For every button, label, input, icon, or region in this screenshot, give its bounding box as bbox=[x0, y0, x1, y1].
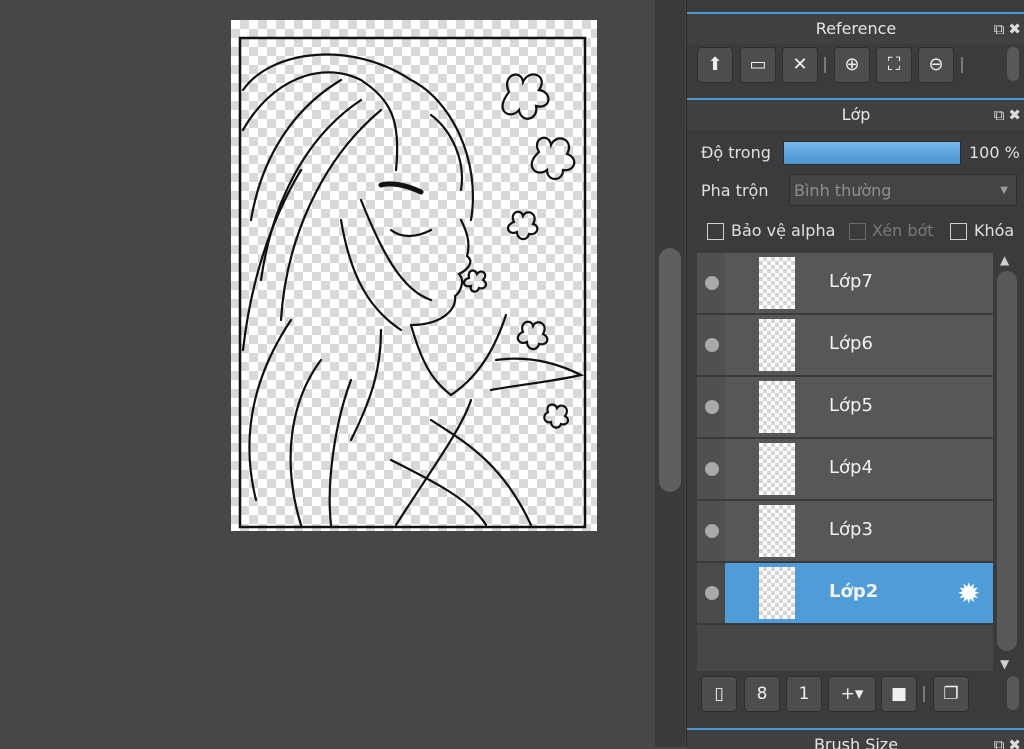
layer-scroll-thumb[interactable] bbox=[997, 271, 1017, 651]
visibility-toggle-icon[interactable] bbox=[705, 338, 719, 352]
canvas-scroll-thumb[interactable] bbox=[659, 248, 681, 492]
lock-checkbox[interactable] bbox=[950, 223, 967, 240]
new-layer-icon: ▯ bbox=[714, 684, 724, 704]
reference-fit-button[interactable]: ⛶ bbox=[876, 47, 912, 83]
layer-row[interactable]: Lớp7 bbox=[697, 253, 993, 315]
layer-name: Lớp3 bbox=[829, 519, 873, 540]
opacity-slider[interactable] bbox=[783, 141, 961, 165]
gear-icon[interactable]: ✹ bbox=[957, 577, 980, 610]
layer-list-scrollbar[interactable]: ▲ ▼ bbox=[995, 253, 1019, 671]
layer-row[interactable]: Lớp6 bbox=[697, 315, 993, 377]
canvas-vertical-scrollbar[interactable] bbox=[655, 0, 685, 747]
layer-toolbar-scrollbar[interactable] bbox=[1007, 676, 1019, 710]
reference-zoom-out-button[interactable]: ⊖ bbox=[918, 47, 954, 83]
layer-row-selected[interactable]: Lớp2 ✹ bbox=[697, 563, 993, 625]
reference-open-button[interactable]: ▭ bbox=[740, 47, 776, 83]
canvas-area[interactable] bbox=[0, 0, 655, 747]
layer-row[interactable]: Lớp4 bbox=[697, 439, 993, 501]
brush-size-panel-header: Brush Size ⧉ ✖ bbox=[687, 728, 1024, 749]
layer-name: Lớp6 bbox=[829, 333, 873, 354]
popout-icon[interactable]: ⧉ bbox=[994, 106, 1005, 124]
opacity-label: Độ trong bbox=[701, 143, 771, 162]
layer-thumbnail bbox=[759, 567, 795, 619]
duplicate-layer-icon: ❐ bbox=[943, 684, 959, 704]
new-layer-button[interactable]: ▯ bbox=[701, 676, 737, 712]
right-panel: Reference ⧉ ✖ ⬆ ▭ ✕ ⊕ ⛶ ⊖ Lớp ⧉ ✖ Độ trong… bbox=[686, 0, 1024, 749]
protect-alpha-label: Bảo vệ alpha bbox=[731, 221, 836, 240]
reference-close-button[interactable]: ✕ bbox=[782, 47, 818, 83]
close-panel-icon[interactable]: ✖ bbox=[1008, 106, 1021, 124]
add-layer-menu-icon: +▾ bbox=[840, 684, 864, 704]
clipping-checkbox[interactable] bbox=[849, 223, 866, 240]
add-layer-menu-button[interactable]: +▾ bbox=[828, 676, 876, 712]
layer-thumbnail bbox=[759, 319, 795, 371]
layer-name: Lớp2 bbox=[829, 581, 879, 602]
reference-toolbar-scrollbar[interactable] bbox=[1007, 47, 1019, 81]
blend-mode-label: Pha trộn bbox=[701, 181, 769, 200]
close-panel-icon[interactable]: ✖ bbox=[1008, 20, 1021, 38]
close-icon: ✕ bbox=[792, 54, 808, 75]
zoom-out-icon: ⊖ bbox=[928, 54, 944, 75]
layer-thumbnail bbox=[759, 505, 795, 557]
cloud-upload-icon: ⬆ bbox=[707, 54, 723, 75]
brush-size-panel-title: Brush Size bbox=[813, 735, 899, 749]
popout-icon[interactable]: ⧉ bbox=[994, 20, 1005, 38]
opacity-value: 100 % bbox=[969, 143, 1020, 162]
line-art-drawing bbox=[238, 36, 587, 529]
folder-icon: ■ bbox=[890, 684, 908, 704]
lock-label: Khóa bbox=[974, 221, 1015, 240]
layer-name: Lớp4 bbox=[829, 457, 873, 478]
layer-row[interactable]: Lớp3 bbox=[697, 501, 993, 563]
new-8bit-layer-button[interactable]: 8 bbox=[744, 676, 780, 712]
blend-mode-select[interactable]: Bình thường ▼ bbox=[789, 174, 1017, 206]
layer-row[interactable]: Lớp5 bbox=[697, 377, 993, 439]
toolbar-separator bbox=[923, 686, 925, 702]
fit-screen-icon: ⛶ bbox=[887, 54, 901, 75]
reference-panel-header: Reference ⧉ ✖ bbox=[687, 12, 1024, 44]
layer-list: Lớp7 Lớp6 Lớp5 Lớp4 Lớp3 Lớp2 ✹ bbox=[697, 253, 993, 671]
new-8bit-layer-icon: 8 bbox=[756, 684, 768, 704]
layer-name: Lớp5 bbox=[829, 395, 873, 416]
layer-thumbnail bbox=[759, 381, 795, 433]
duplicate-layer-button[interactable]: ❐ bbox=[933, 676, 969, 712]
layer-panel-header: Lớp ⧉ ✖ bbox=[687, 98, 1024, 130]
visibility-toggle-icon[interactable] bbox=[705, 400, 719, 414]
reference-zoom-in-button[interactable]: ⊕ bbox=[834, 47, 870, 83]
popout-icon[interactable]: ⧉ bbox=[994, 736, 1005, 749]
blend-mode-value: Bình thường bbox=[794, 181, 892, 200]
drawing-canvas[interactable] bbox=[231, 20, 597, 531]
chevron-down-icon: ▼ bbox=[1000, 185, 1008, 196]
scroll-down-icon[interactable]: ▼ bbox=[1000, 657, 1009, 671]
reference-upload-button[interactable]: ⬆ bbox=[697, 47, 733, 83]
new-1bit-layer-icon: 1 bbox=[798, 684, 810, 704]
visibility-toggle-icon[interactable] bbox=[705, 462, 719, 476]
visibility-toggle-icon[interactable] bbox=[705, 276, 719, 290]
layer-thumbnail bbox=[759, 257, 795, 309]
visibility-toggle-icon[interactable] bbox=[705, 524, 719, 538]
scroll-up-icon[interactable]: ▲ bbox=[1000, 253, 1009, 267]
new-folder-button[interactable]: ■ bbox=[881, 676, 917, 712]
protect-alpha-checkbox[interactable] bbox=[707, 223, 724, 240]
folder-open-icon: ▭ bbox=[749, 54, 767, 75]
layer-thumbnail bbox=[759, 443, 795, 495]
reference-panel-title: Reference bbox=[815, 19, 897, 38]
visibility-toggle-icon[interactable] bbox=[705, 586, 719, 600]
zoom-in-icon: ⊕ bbox=[844, 54, 860, 75]
layer-panel-title: Lớp bbox=[841, 105, 871, 124]
layer-name: Lớp7 bbox=[829, 271, 873, 292]
new-1bit-layer-button[interactable]: 1 bbox=[786, 676, 822, 712]
toolbar-separator bbox=[961, 57, 963, 73]
clipping-label: Xén bớt bbox=[872, 221, 934, 240]
toolbar-separator bbox=[824, 57, 826, 73]
close-panel-icon[interactable]: ✖ bbox=[1008, 736, 1021, 749]
